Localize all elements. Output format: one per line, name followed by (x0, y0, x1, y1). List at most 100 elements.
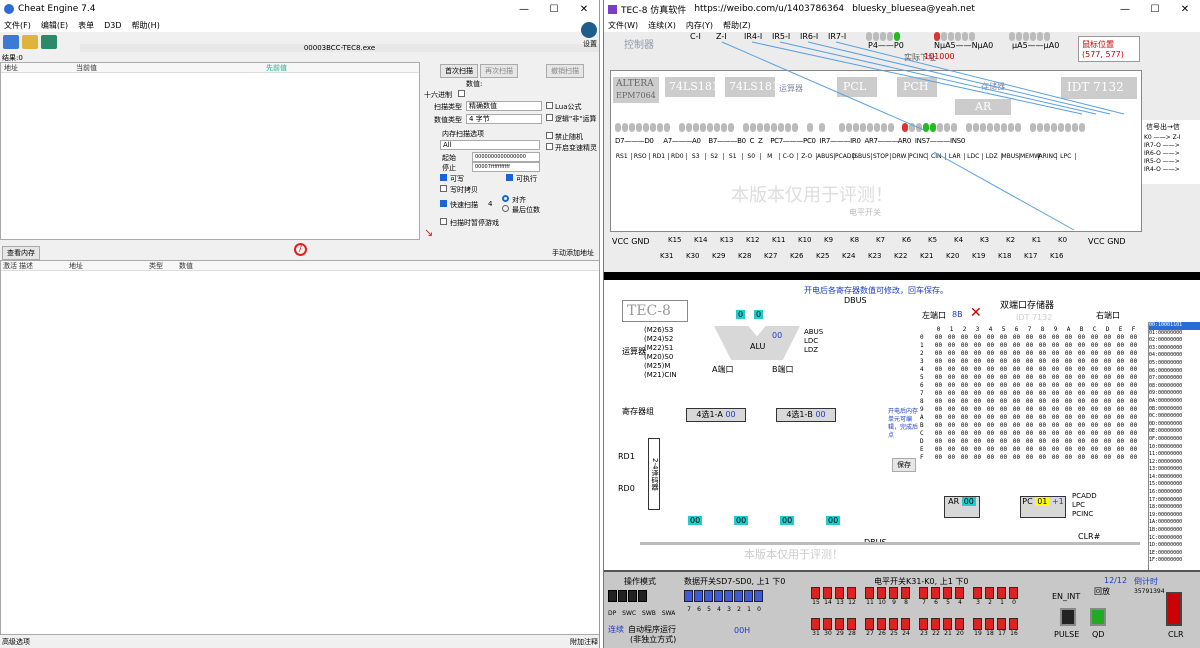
mem-cell[interactable]: 00 (932, 390, 945, 398)
level-switch[interactable]: 29 (834, 618, 846, 637)
mem-cell[interactable]: 00 (984, 366, 997, 374)
col-addr[interactable]: 地址 (69, 261, 149, 271)
mem-cell[interactable]: 00 (1088, 366, 1101, 374)
mem-cell[interactable]: 00 (1023, 366, 1036, 374)
mem-cell[interactable]: 00 (1049, 430, 1062, 438)
mem-cell[interactable]: 00 (984, 350, 997, 358)
mem-cell[interactable]: 00 (971, 454, 984, 462)
addr-item[interactable]: 08:00000000 (1149, 383, 1200, 391)
mem-cell[interactable]: 00 (1010, 414, 1023, 422)
col-current[interactable]: 当前值 (76, 63, 266, 73)
mem-cell[interactable]: 00 (945, 366, 958, 374)
mem-cell[interactable]: 00 (984, 342, 997, 350)
mem-cell[interactable]: 00 (958, 390, 971, 398)
mem-cell[interactable]: 00 (997, 358, 1010, 366)
addr-item[interactable]: 1E:00000000 (1149, 550, 1200, 558)
mem-cell[interactable]: 00 (1101, 350, 1114, 358)
addr-item[interactable]: 05:00000000 (1149, 360, 1200, 368)
mem-cell[interactable]: 00 (1010, 366, 1023, 374)
mem-cell[interactable]: 00 (1114, 398, 1127, 406)
addr-item[interactable]: 0C:00000000 (1149, 413, 1200, 421)
mem-cell[interactable]: 00 (932, 446, 945, 454)
mem-cell[interactable]: 00 (1010, 398, 1023, 406)
value-type-select[interactable]: 4 字节 (466, 114, 542, 124)
level-switch[interactable]: 23 (918, 618, 930, 637)
mem-cell[interactable]: 00 (1036, 374, 1049, 382)
mem-cell[interactable]: 00 (1062, 446, 1075, 454)
mem-cell[interactable]: 00 (1101, 334, 1114, 342)
mem-cell[interactable]: 00 (1062, 366, 1075, 374)
mem-cell[interactable]: 00 (1049, 366, 1062, 374)
mem-cell[interactable]: 00 (984, 334, 997, 342)
mem-cell[interactable]: 00 (1049, 406, 1062, 414)
mem-cell[interactable]: 00 (932, 366, 945, 374)
addr-item[interactable]: 02:00000000 (1149, 337, 1200, 345)
mem-cell[interactable]: 00 (1075, 398, 1088, 406)
mem-cell[interactable]: 00 (1088, 342, 1101, 350)
mem-cell[interactable]: 00 (932, 422, 945, 430)
addr-item[interactable]: 0A:00000000 (1149, 398, 1200, 406)
mem-cell[interactable]: 00 (1049, 438, 1062, 446)
mem-cell[interactable]: 00 (1088, 422, 1101, 430)
mem-cell[interactable]: 00 (958, 406, 971, 414)
mem-cell[interactable]: 00 (997, 422, 1010, 430)
mem-cell[interactable]: 00 (1049, 374, 1062, 382)
mem-cell[interactable]: 00 (1062, 398, 1075, 406)
mem-cell[interactable]: 00 (932, 398, 945, 406)
mem-cell[interactable]: 00 (1127, 350, 1140, 358)
mem-cell[interactable]: 00 (1088, 382, 1101, 390)
mem-cell[interactable]: 00 (971, 334, 984, 342)
mem-cell[interactable]: 00 (1088, 454, 1101, 462)
mem-cell[interactable]: 00 (1062, 334, 1075, 342)
mem-cell[interactable]: 00 (1114, 358, 1127, 366)
mem-cell[interactable]: 00 (1062, 438, 1075, 446)
mem-cell[interactable]: 00 (1010, 374, 1023, 382)
level-switch[interactable]: 0 (1008, 587, 1020, 606)
mem-cell[interactable]: 00 (945, 390, 958, 398)
mem-cell[interactable]: 00 (1023, 398, 1036, 406)
mem-cell[interactable]: 00 (958, 342, 971, 350)
menu-file[interactable]: 文件(F) (4, 20, 31, 31)
clr-button[interactable] (1166, 592, 1182, 626)
mem-cell[interactable]: 00 (1088, 358, 1101, 366)
mem-cell[interactable]: 00 (932, 358, 945, 366)
mem-cell[interactable]: 00 (971, 382, 984, 390)
mem-cell[interactable]: 00 (1114, 342, 1127, 350)
mem-cell[interactable]: 00 (984, 398, 997, 406)
mem-cell[interactable]: 00 (1049, 382, 1062, 390)
mem-cell[interactable]: 00 (958, 414, 971, 422)
mem-cell[interactable]: 00 (1023, 446, 1036, 454)
mem-cell[interactable]: 00 (945, 430, 958, 438)
addr-item[interactable]: 16:00000000 (1149, 489, 1200, 497)
addr-item[interactable]: 0B:00000000 (1149, 406, 1200, 414)
tec-menu-help[interactable]: 帮助(Z) (723, 20, 751, 31)
scan-type-select[interactable]: 精确数值 (466, 101, 542, 111)
mem-cell[interactable]: 00 (958, 374, 971, 382)
mem-cell[interactable]: 00 (1075, 382, 1088, 390)
fast-scan-value[interactable]: 4 (488, 200, 492, 208)
mem-cell[interactable]: 00 (1010, 438, 1023, 446)
mem-cell[interactable]: 00 (1114, 438, 1127, 446)
mem-cell[interactable]: 00 (1075, 342, 1088, 350)
mem-cell[interactable]: 00 (932, 350, 945, 358)
tec-close-button[interactable]: ✕ (1170, 4, 1200, 15)
mem-cell[interactable]: 00 (1023, 350, 1036, 358)
mem-cell[interactable]: 00 (945, 454, 958, 462)
mem-cell[interactable]: 00 (1101, 358, 1114, 366)
mem-cell[interactable]: 00 (1036, 334, 1049, 342)
mem-cell[interactable]: 00 (1036, 390, 1049, 398)
select-process-icon[interactable] (3, 35, 19, 49)
mem-cell[interactable]: 00 (932, 414, 945, 422)
qd-button[interactable] (1090, 608, 1106, 626)
mem-cell[interactable]: 00 (984, 374, 997, 382)
mem-cell[interactable]: 00 (984, 422, 997, 430)
fast-scan-checkbox[interactable] (440, 200, 447, 207)
col-previous[interactable]: 先前值 (266, 63, 287, 73)
settings-icon[interactable] (581, 22, 597, 38)
mem-cell[interactable]: 00 (1036, 366, 1049, 374)
mem-cell[interactable]: 00 (1062, 358, 1075, 366)
mem-cell[interactable]: 00 (958, 454, 971, 462)
mem-cell[interactable]: 00 (958, 446, 971, 454)
addr-item[interactable]: 09:00000000 (1149, 390, 1200, 398)
mem-cell[interactable]: 00 (1049, 342, 1062, 350)
